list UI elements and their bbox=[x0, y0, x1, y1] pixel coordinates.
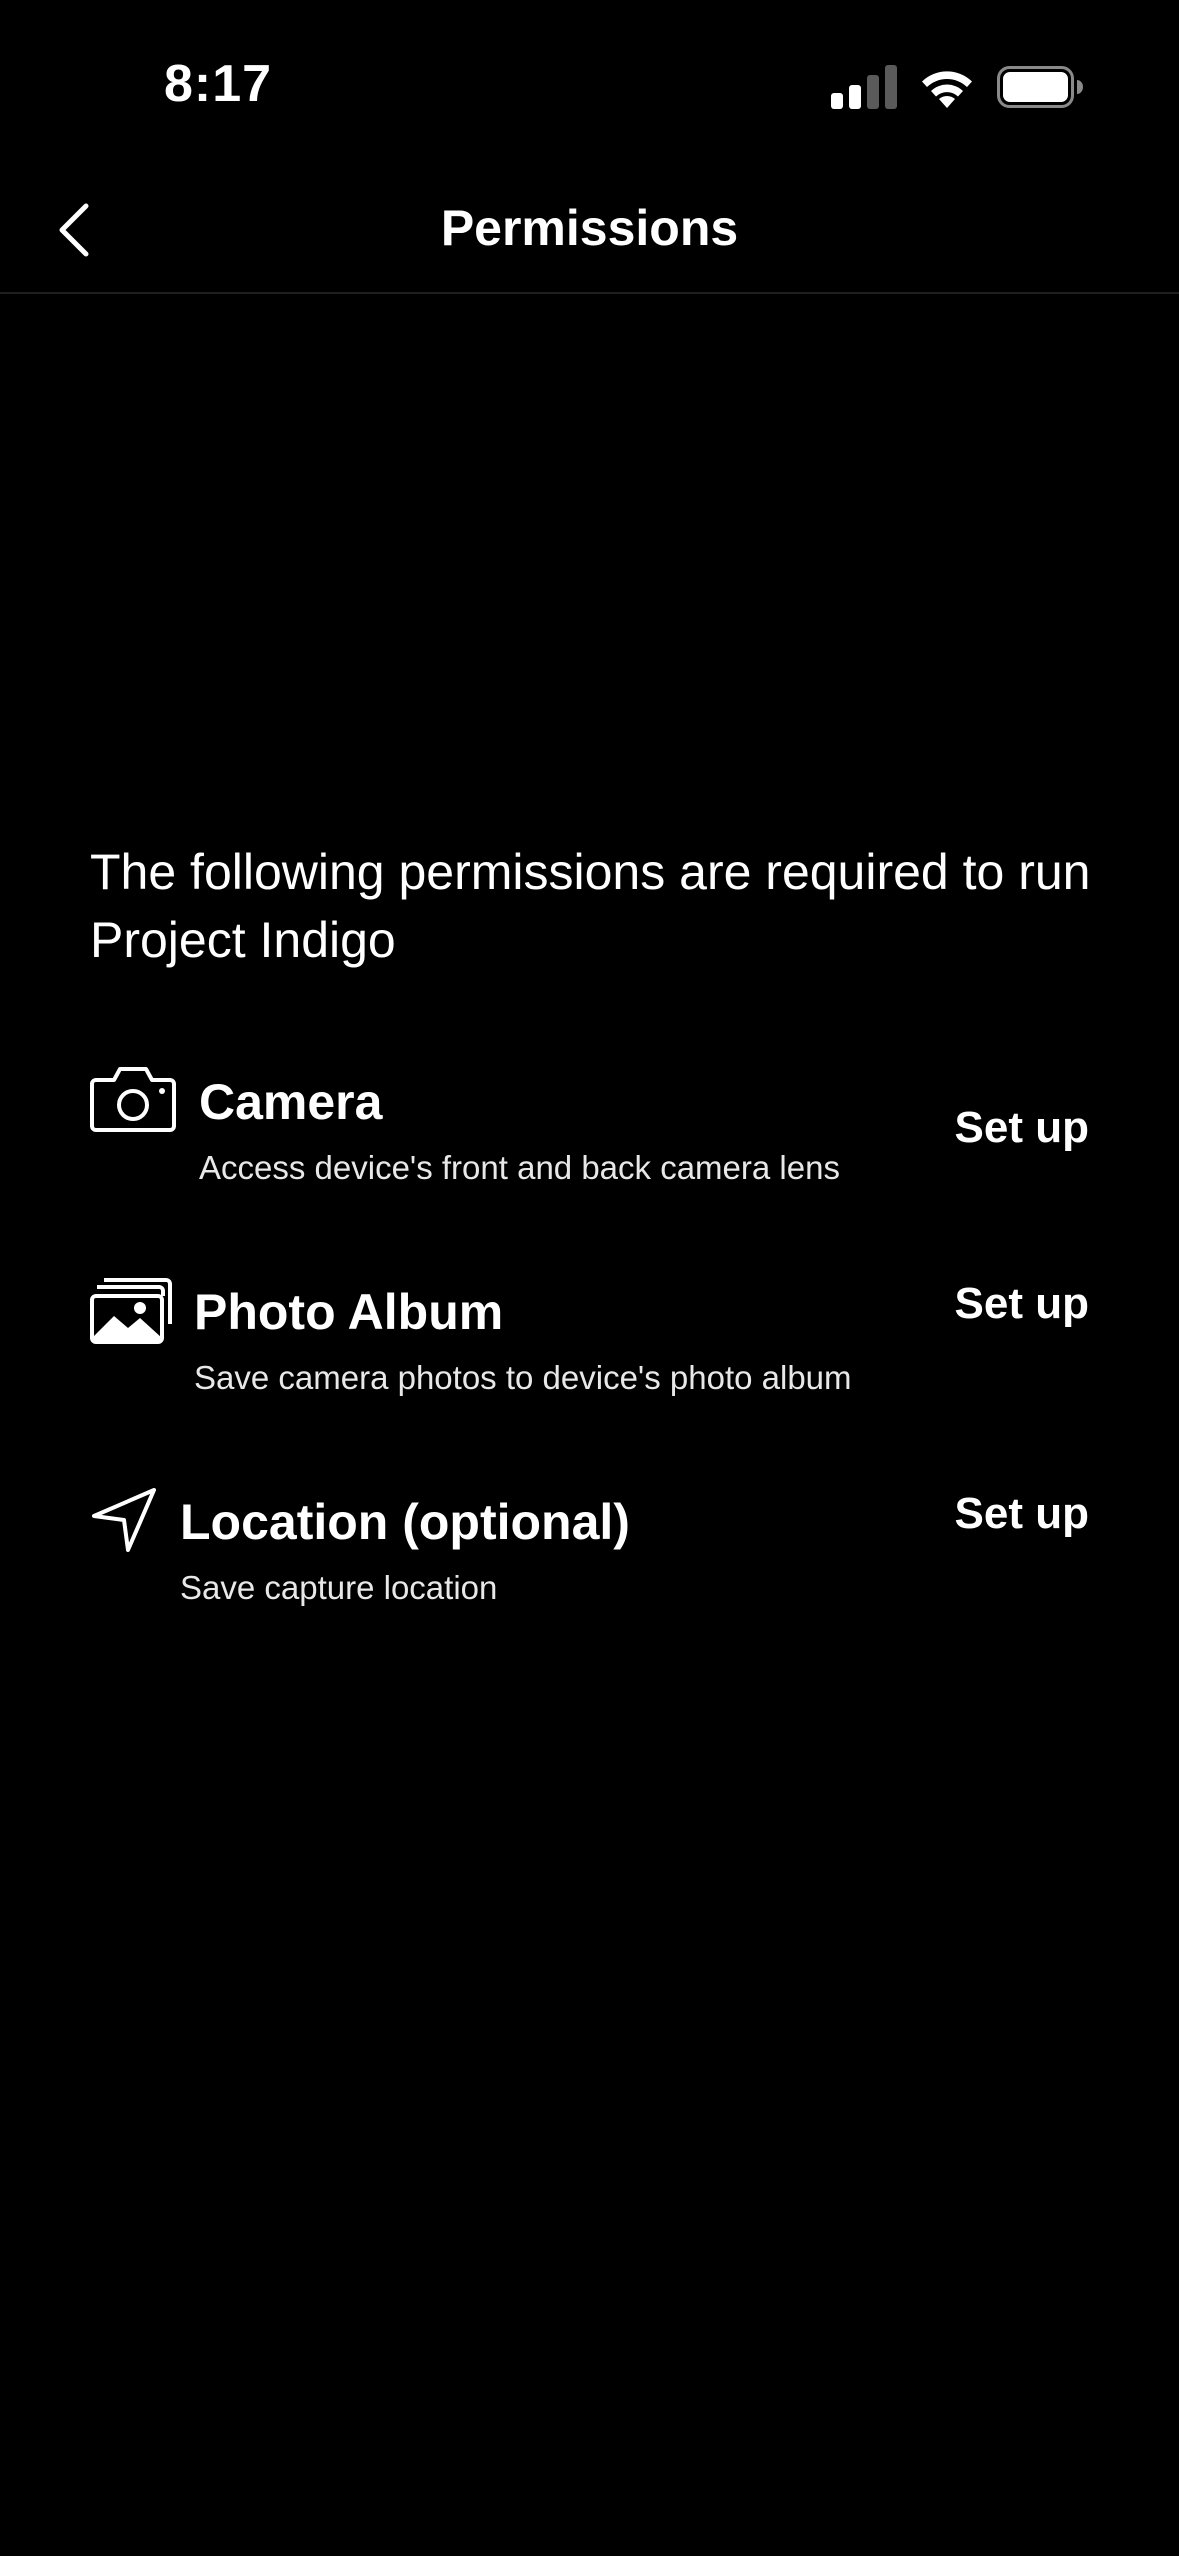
permission-row-camera: Camera Access device's front and back ca… bbox=[90, 1064, 1089, 1214]
photo-album-icon bbox=[90, 1278, 172, 1344]
permission-row-location: Location (optional) Save capture locatio… bbox=[90, 1484, 1089, 1634]
battery-icon bbox=[997, 66, 1083, 108]
page-title: Permissions bbox=[440, 200, 739, 256]
location-arrow-icon bbox=[92, 1488, 156, 1552]
permission-title: Camera bbox=[199, 1074, 383, 1130]
permission-title: Location (optional) bbox=[180, 1494, 630, 1550]
permission-description: Access device's front and back camera le… bbox=[199, 1149, 840, 1186]
status-time: 8:17 bbox=[164, 55, 273, 113]
permission-description: Save camera photos to device's photo alb… bbox=[194, 1359, 852, 1396]
wifi-icon bbox=[922, 71, 972, 108]
camera-icon bbox=[90, 1067, 176, 1132]
nav-header: Permissions bbox=[0, 170, 1179, 294]
location-setup-button[interactable]: Set up bbox=[955, 1486, 1089, 1542]
signal-icon bbox=[831, 65, 897, 109]
permission-row-photo-album: Photo Album Save camera photos to device… bbox=[90, 1274, 1089, 1424]
permission-title: Photo Album bbox=[194, 1284, 504, 1340]
photo-album-setup-button[interactable]: Set up bbox=[955, 1276, 1089, 1332]
status-icons bbox=[831, 62, 1083, 112]
status-bar: 8:17 bbox=[0, 0, 1179, 150]
camera-setup-button[interactable]: Set up bbox=[955, 1100, 1089, 1156]
intro-text: The following permissions are required t… bbox=[90, 844, 1091, 968]
permission-description: Save capture location bbox=[180, 1569, 498, 1606]
